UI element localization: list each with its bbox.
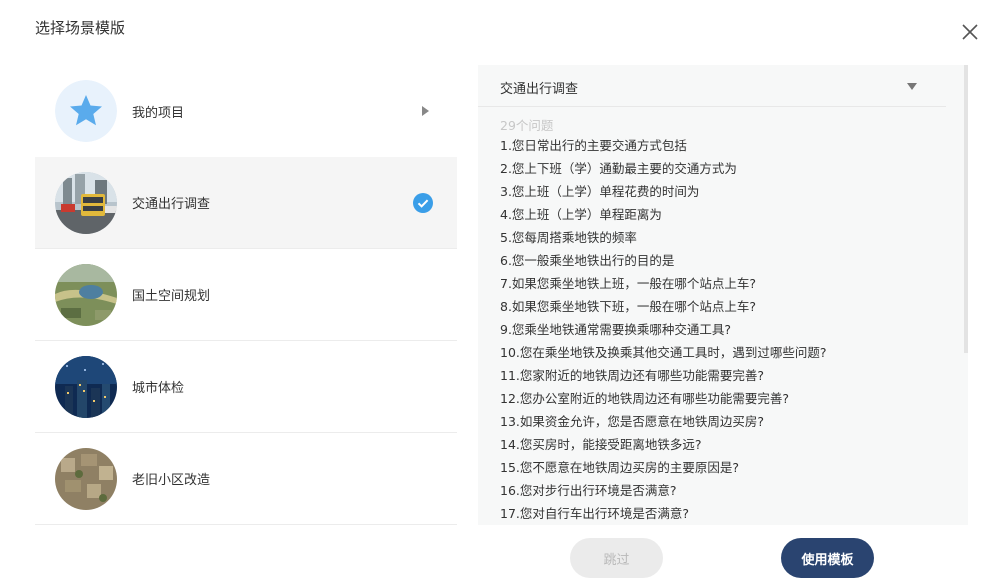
scrollbar[interactable]: [964, 65, 968, 353]
use-template-button[interactable]: 使用模板: [781, 538, 874, 578]
dialog-title: 选择场景模版: [35, 19, 126, 37]
question-item: 8.如果您乘坐地铁下班，一般在哪个站点上车?: [500, 299, 757, 314]
question-item: 4.您上班（上学）单程距离为: [500, 207, 662, 222]
caret-down-icon: [907, 83, 917, 90]
question-item: 5.您每周搭乘地铁的频率: [500, 230, 637, 245]
question-item: 2.您上下班（学）通勤最主要的交通方式为: [500, 161, 737, 176]
question-item: 9.您乘坐地铁通常需要换乘哪种交通工具?: [500, 322, 732, 337]
question-item: 10.您在乘坐地铁及换乘其他交通工具时，遇到过哪些问题?: [500, 345, 827, 360]
scene-label: 我的项目: [132, 105, 185, 121]
scene-label: 城市体检: [132, 381, 185, 396]
my-projects-avatar: [55, 80, 117, 142]
question-item: 17.您对自行车出行环境是否满意?: [500, 506, 690, 521]
scene-item-traffic-survey[interactable]: 交通出行调查: [35, 157, 457, 249]
scene-item-my-projects[interactable]: 我的项目: [35, 65, 457, 157]
question-list: 1.您日常出行的主要交通方式包括 2.您上下班（学）通勤最主要的交通方式为 3.您上…: [500, 134, 940, 525]
question-item: 16.您对步行出行环境是否满意?: [500, 483, 677, 498]
close-button[interactable]: [958, 20, 982, 44]
scene-dropdown[interactable]: 交通出行调查: [478, 65, 946, 107]
close-icon: [962, 24, 978, 40]
city-checkup-thumbnail: [55, 356, 117, 418]
scene-list: 我的项目 交通出行调查 国土空间规划 城市体检 老旧小区改造: [35, 65, 457, 525]
scene-detail-panel: 交通出行调查 29个问题 1.您日常出行的主要交通方式包括 2.您上下班（学）通勤…: [478, 65, 968, 525]
scene-label: 老旧小区改造: [132, 473, 211, 488]
question-item: 11.您家附近的地铁周边还有哪些功能需要完善?: [500, 368, 765, 383]
question-item: 14.您买房时，能接受距离地铁多远?: [500, 437, 702, 452]
scene-item-land-planning[interactable]: 国土空间规划: [35, 249, 457, 341]
scene-label: 交通出行调查: [132, 197, 211, 212]
question-item: 6.您一般乘坐地铁出行的目的是: [500, 253, 675, 268]
scene-template-dialog: 选择场景模版 我的项目 交通出行调查 国土空间规划 城市体检 老旧小区改造 交通…: [0, 0, 992, 580]
chevron-right-icon: [422, 106, 429, 116]
scene-label: 国土空间规划: [132, 289, 211, 304]
question-item: 3.您上班（上学）单程花费的时间为: [500, 184, 700, 199]
question-item: 7.如果您乘坐地铁上班，一般在哪个站点上车?: [500, 276, 757, 291]
old-community-thumbnail: [55, 448, 117, 510]
scene-item-city-checkup[interactable]: 城市体检: [35, 341, 457, 433]
question-item: 13.如果资金允许，您是否愿意在地铁周边买房?: [500, 414, 765, 429]
traffic-survey-thumbnail: [55, 172, 117, 234]
scene-item-old-community[interactable]: 老旧小区改造: [35, 433, 457, 525]
question-item: 12.您办公室附近的地铁周边还有哪些功能需要完善?: [500, 391, 790, 406]
skip-button[interactable]: 跳过: [570, 538, 663, 578]
scene-dropdown-value: 交通出行调查: [500, 82, 579, 97]
land-planning-thumbnail: [55, 264, 117, 326]
question-item: 1.您日常出行的主要交通方式包括: [500, 138, 687, 153]
question-count: 29个问题: [500, 118, 554, 133]
question-item: 15.您不愿意在地铁周边买房的主要原因是?: [500, 460, 740, 475]
check-circle-icon: [413, 192, 433, 213]
